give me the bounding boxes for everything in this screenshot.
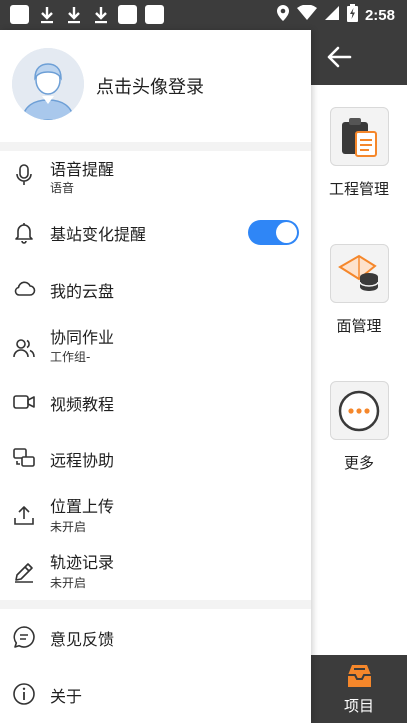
menu-item-station-change-reminder[interactable]: 基站变化提醒 (0, 204, 311, 260)
menu-item-label: 语音提醒 (50, 160, 115, 179)
feedback-icon (13, 626, 35, 648)
inbox-tray-icon (348, 665, 371, 687)
microphone-icon (16, 164, 32, 185)
surface-layers-icon (329, 244, 389, 303)
menu-item-label: 协同作业 (50, 328, 115, 347)
menu-item-cloud-disk[interactable]: 我的云盘 (0, 260, 311, 316)
upload-icon (14, 506, 34, 525)
menu-item-label: 基站变化提醒 (50, 225, 147, 244)
clipboard-icon (329, 107, 389, 166)
tab-project-label: 项目 (343, 697, 374, 715)
back-arrow-icon[interactable] (325, 43, 353, 71)
toggle-knob (276, 222, 297, 243)
menu-item-remote-assist[interactable]: 远程协助 (0, 430, 311, 486)
login-prompt[interactable]: 点击头像登录 (96, 73, 204, 99)
menu-item-label: 关于 (50, 687, 83, 706)
people-icon (13, 339, 35, 358)
section-divider (0, 142, 311, 151)
status-system-icons: 2:58 (276, 4, 395, 26)
section-divider (0, 600, 311, 609)
menu-item-subtitle: 工作组- (50, 350, 91, 364)
download-icon (91, 5, 110, 24)
menu-item-label: 我的云盘 (50, 282, 115, 301)
menu-item-label: 轨迹记录 (50, 553, 115, 572)
tile-label: 更多 (343, 454, 374, 472)
app-icon (145, 5, 164, 24)
cloud-icon (14, 281, 36, 296)
right-header (311, 30, 407, 85)
app-icon (10, 5, 29, 24)
battery-charging-icon (346, 4, 358, 26)
pen-icon (15, 563, 33, 583)
info-icon (13, 683, 35, 705)
menu-item-label: 意见反馈 (50, 630, 115, 649)
menu-item-about[interactable]: 关于 (0, 666, 311, 722)
bell-icon (15, 223, 33, 244)
app-icon (118, 5, 137, 24)
tile-label: 面管理 (336, 317, 382, 335)
download-icon (37, 5, 56, 24)
download-icon (64, 5, 83, 24)
menu-item-label: 远程协助 (50, 451, 115, 470)
user-avatar-icon[interactable] (12, 48, 84, 120)
menu-item-label: 视频教程 (50, 395, 115, 414)
wifi-icon (296, 4, 317, 25)
tab-project[interactable]: 项目 (311, 655, 407, 723)
status-notifications (10, 5, 164, 24)
navigation-drawer: 点击头像登录 语音提醒 语音 基站变化提醒 我的云盘 协同作业 工作组- 视频教… (0, 30, 311, 723)
menu-item-subtitle: 未开启 (50, 576, 87, 590)
station-change-toggle[interactable] (248, 220, 299, 245)
tile-more[interactable]: 更多 (311, 381, 407, 473)
tile-surface-management[interactable]: 面管理 (311, 244, 407, 336)
remote-screens-icon (13, 448, 35, 467)
tile-project-management[interactable]: 工程管理 (311, 107, 407, 199)
location-icon (276, 4, 290, 26)
menu-item-location-upload[interactable]: 位置上传 未开启 (0, 488, 311, 544)
menu-item-collaboration[interactable]: 协同作业 工作组- (0, 320, 311, 376)
menu-item-subtitle: 语音 (50, 181, 75, 195)
profile-header[interactable]: 点击头像登录 (0, 30, 311, 142)
more-icon (329, 381, 389, 440)
project-tools-panel: 工程管理 面管理 更多 (311, 85, 407, 655)
tile-label: 工程管理 (328, 180, 389, 198)
menu-item-voice-reminder[interactable]: 语音提醒 语音 (0, 151, 311, 207)
menu-item-label: 位置上传 (50, 497, 115, 516)
status-bar: 2:58 (0, 0, 407, 30)
signal-icon (324, 5, 340, 25)
status-time: 2:58 (364, 6, 395, 24)
menu-item-video-tutorial[interactable]: 视频教程 (0, 374, 311, 430)
menu-item-feedback[interactable]: 意见反馈 (0, 609, 311, 665)
video-camera-icon (13, 395, 35, 409)
menu-item-subtitle: 未开启 (50, 520, 87, 534)
menu-item-track-record[interactable]: 轨迹记录 未开启 (0, 544, 311, 600)
